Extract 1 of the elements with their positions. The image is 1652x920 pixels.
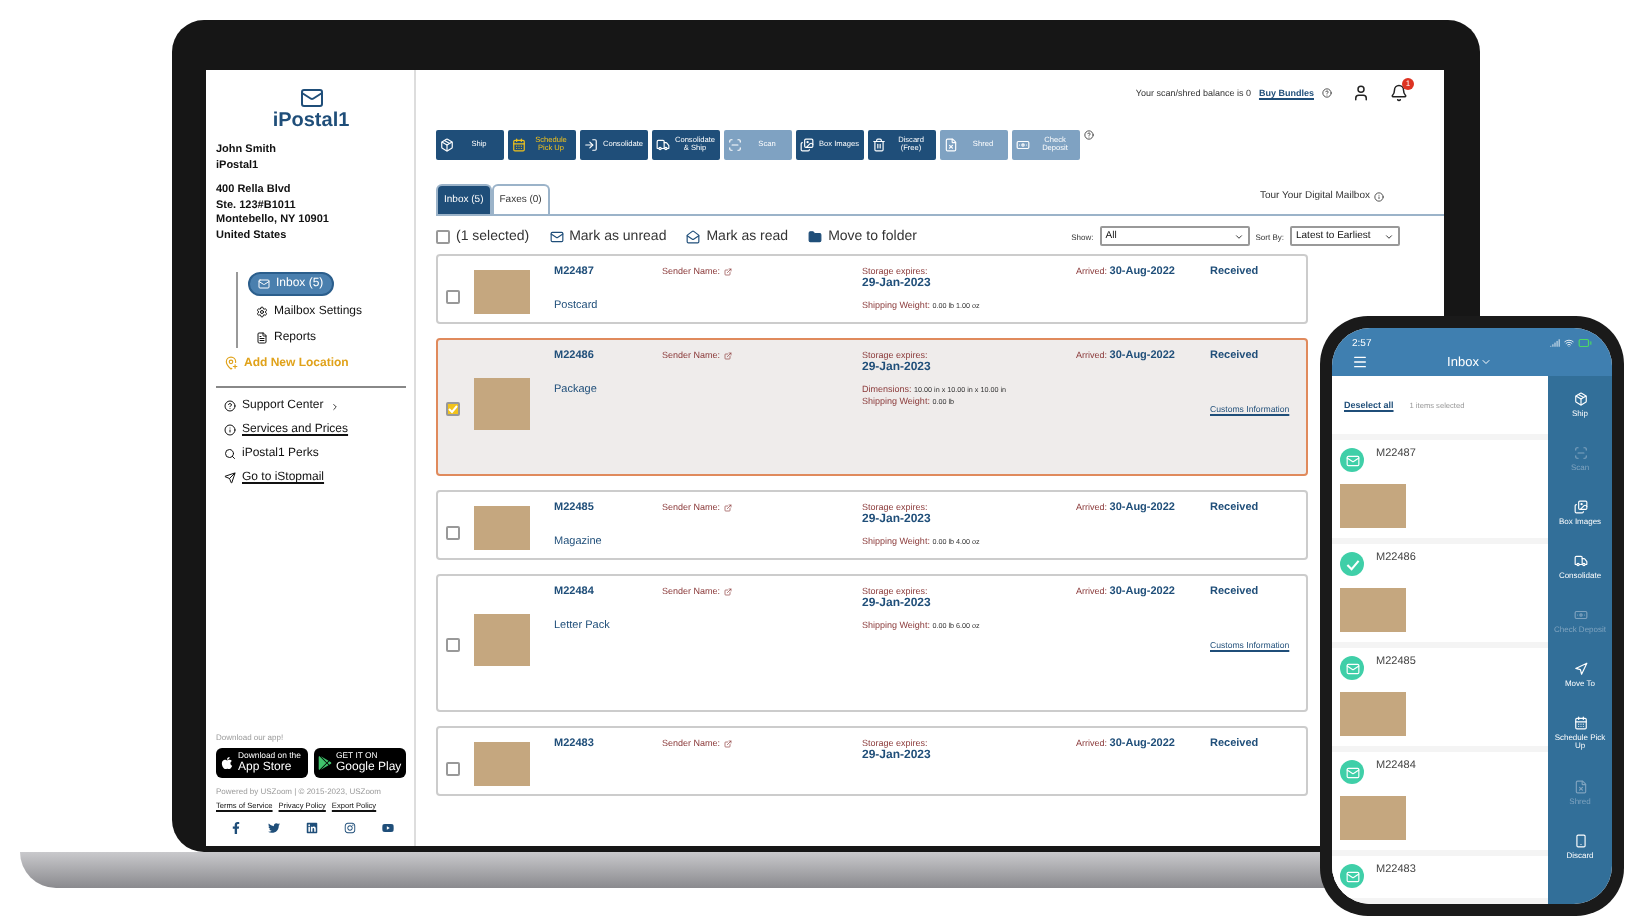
logo-text: iPostal1 (272, 110, 350, 132)
